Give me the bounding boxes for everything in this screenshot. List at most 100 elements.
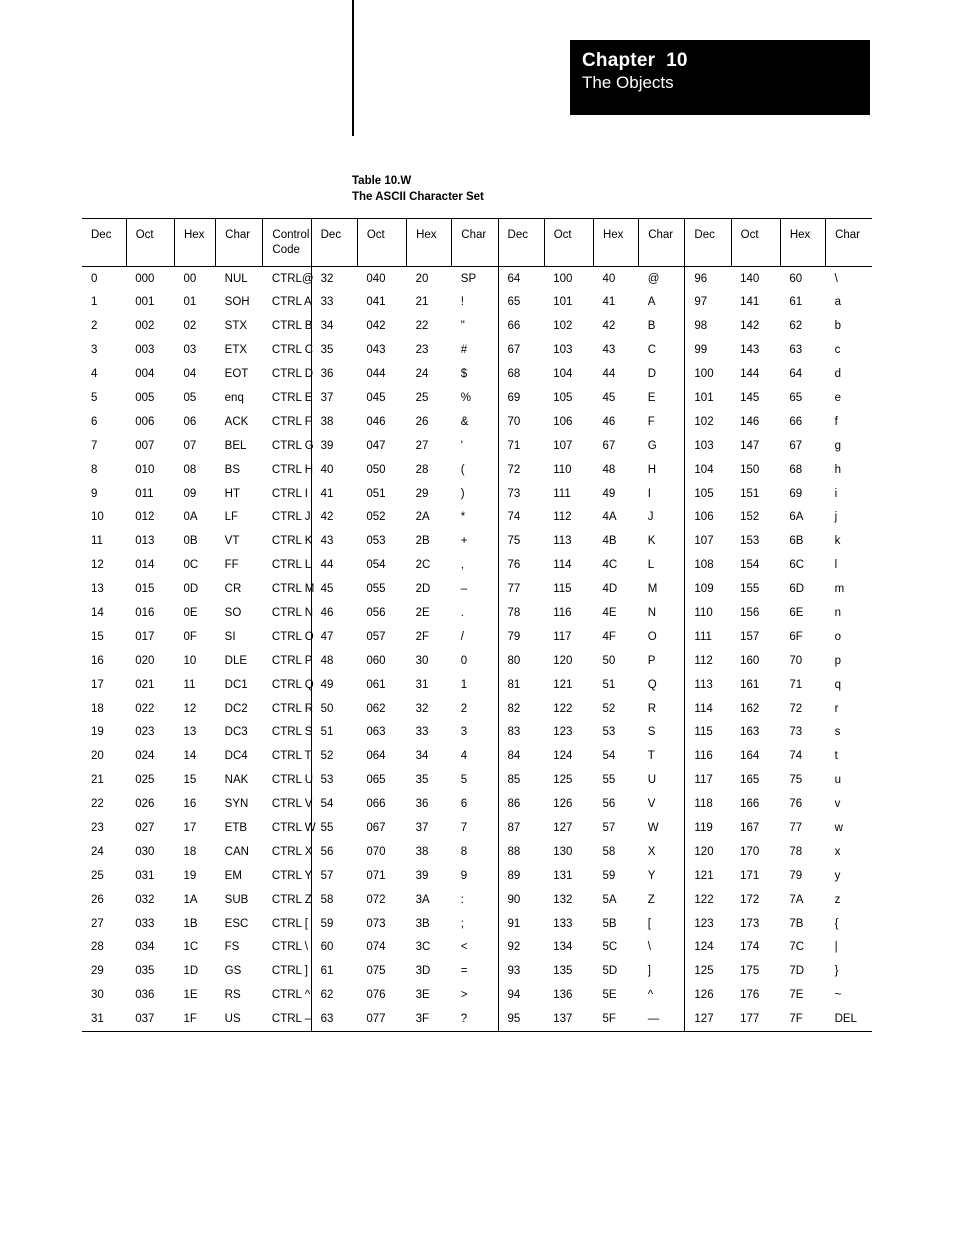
- cell-char-b1: VT: [224, 535, 240, 548]
- cell-hex-b4: 6A: [789, 511, 804, 524]
- cell-dec-b1: 19: [91, 726, 104, 739]
- table-row: 25 031 19 EM CTRL Y 57 071 39 9 89 131 59 Y 121 171 79 y: [82, 863, 872, 888]
- cell-oct-b3: 100: [553, 273, 573, 285]
- cell-char-b3: N: [647, 606, 656, 619]
- cell-oct-b2: 041: [366, 296, 386, 309]
- cell-control-code-b1: CTRL Q: [271, 678, 314, 691]
- cell-hex-b2: 2B: [415, 535, 430, 548]
- cell-dec-b3: 79: [497, 624, 545, 649]
- cell-oct-b3: 101: [553, 296, 573, 309]
- cell-hex-b1: 1F: [174, 1007, 216, 1032]
- cell-char-b4: w: [834, 821, 843, 834]
- cell-dec-b4: 118: [684, 792, 732, 816]
- cell-dec-b2: 35: [310, 338, 358, 363]
- cell-hex-b2: 37: [415, 821, 429, 834]
- cell-char-b1: LF: [224, 511, 239, 524]
- cell-hex-b4: 6F: [789, 630, 803, 643]
- cell-char-b1: SOH: [224, 296, 250, 309]
- cell-control-code-b1: CTRL P: [271, 654, 313, 667]
- cell-hex-b2: 2D: [415, 583, 431, 596]
- cell-dec-b1: 21: [91, 774, 104, 787]
- cell-hex-b3: 45: [602, 391, 616, 404]
- cell-hex-b1: 19: [183, 869, 197, 882]
- cell-hex-b1: 1E: [183, 989, 198, 1002]
- cell-char-b2: 5: [460, 774, 468, 787]
- cell-oct-b2: 072: [366, 893, 386, 906]
- table-row: 13 015 0D CR CTRL M 45 055 2D – 77 115 4D M 109 155 6D m: [82, 577, 872, 601]
- cell-char-b4: k: [834, 535, 841, 548]
- cell-oct-b3: 111: [553, 487, 571, 500]
- table-header-row: Dec Oct Hex Char Control Code Dec Oct Hex Char De…: [82, 218, 872, 267]
- cell-hex-b2: 24: [415, 368, 429, 381]
- cell-control-code-b1: CTRL C: [271, 344, 313, 357]
- cell-hex-b3: 53: [602, 726, 616, 739]
- cell-hex-b4: 67: [789, 439, 803, 452]
- cell-dec-b4: 98: [684, 314, 732, 339]
- cell-dec-b4: 99: [684, 338, 732, 363]
- cell-char-b2: ,: [460, 559, 464, 572]
- cell-hex-b2: 39: [415, 869, 429, 882]
- cell-dec-b2: 55: [310, 815, 358, 840]
- cell-oct-b4: 163: [740, 726, 760, 739]
- cell-char-b3: G: [647, 439, 657, 452]
- cell-char-b3: D: [647, 368, 656, 381]
- column-header-dec-3: Dec: [497, 218, 545, 267]
- cell-hex-b4: 66: [789, 415, 803, 428]
- cell-hex-b1: 18: [183, 845, 197, 858]
- cell-oct-b1: 001: [135, 296, 155, 309]
- cell-oct-b4: 173: [740, 917, 760, 930]
- cell-oct-b2: 051: [366, 487, 386, 500]
- cell-char-b3: [: [647, 917, 651, 930]
- table-header: Dec Oct Hex Char Control Code Dec Oct Hex Char De…: [82, 218, 872, 267]
- cell-char-b4: {: [834, 917, 839, 930]
- cell-oct-b4: 161: [740, 678, 760, 691]
- cell-oct-b4: 162: [740, 702, 760, 715]
- cell-hex-b3: 4D: [602, 583, 618, 596]
- cell-dec-b1: 2: [91, 320, 98, 333]
- cell-dec-b3: 75: [497, 529, 545, 554]
- cell-control-code-b1: CTRL M: [271, 583, 315, 596]
- cell-hex-b1: 14: [183, 750, 197, 763]
- cell-oct-b1: 020: [135, 654, 155, 667]
- cell-oct-b4: 177: [731, 1007, 781, 1032]
- table-row: 18 022 12 DC2 CTRL R 50 062 32 2 82 122 52 R 114 162 72…: [82, 696, 872, 721]
- cell-control-code-b1: CTRL Y: [271, 869, 313, 882]
- cell-dec-b4: 101: [684, 385, 732, 410]
- cell-hex-b3: 4A: [602, 511, 617, 524]
- cell-oct-b1: 031: [135, 869, 155, 882]
- cell-oct-b2: 057: [366, 630, 386, 643]
- cell-oct-b1: 003: [135, 344, 155, 357]
- cell-char-b1: DC3: [224, 726, 248, 739]
- table-row: 12 014 0C FF CTRL L 44 054 2C, 76 114 4C L 108 154 6C l: [82, 553, 872, 578]
- cell-dec-b3: 90: [497, 887, 545, 912]
- cell-oct-b2: 040: [366, 273, 386, 285]
- cell-char-b2: $: [460, 368, 468, 381]
- cell-char-b2: ): [460, 487, 465, 500]
- cell-char-b4: |: [834, 941, 838, 954]
- cell-char-b2: 4: [460, 750, 468, 763]
- cell-dec-b1: 16: [91, 654, 104, 667]
- cell-oct-b1: 036: [135, 989, 155, 1002]
- cell-dec-b4: 124: [684, 935, 732, 960]
- cell-dec-b3: 64: [497, 266, 545, 291]
- cell-dec-b4: 115: [684, 720, 732, 745]
- cell-char-b1: RS: [224, 989, 241, 1002]
- cell-control-code-b1: CTRL \: [271, 941, 308, 954]
- cell-dec-b3: 72: [497, 457, 545, 482]
- cell-hex-b4: 60: [789, 273, 803, 285]
- cell-dec-b1: 10: [91, 511, 104, 524]
- cell-dec-b1: 13: [91, 583, 104, 596]
- cell-oct-b3: 110: [553, 463, 572, 476]
- cell-char-b3: V: [647, 798, 656, 811]
- ascii-character-set-table: Dec Oct Hex Char Control Code Dec Oct Hex Char De…: [82, 218, 872, 1032]
- cell-char-b1: DC2: [224, 702, 248, 715]
- cell-oct-b4: 145: [740, 391, 760, 404]
- cell-oct-b4: 155: [740, 583, 760, 596]
- cell-oct-b4: 153: [740, 535, 760, 548]
- cell-char-b3: Z: [647, 893, 655, 906]
- cell-oct-b3: 133: [553, 917, 573, 930]
- table-row: 7 007 07 BEL CTRL G 39 047 27 ' 71 107 67 G 103 147 67 g: [82, 433, 872, 458]
- cell-hex-b1: 1D: [183, 965, 199, 978]
- cell-dec-b1: 26: [91, 893, 104, 906]
- cell-oct-b4: 160: [740, 654, 760, 667]
